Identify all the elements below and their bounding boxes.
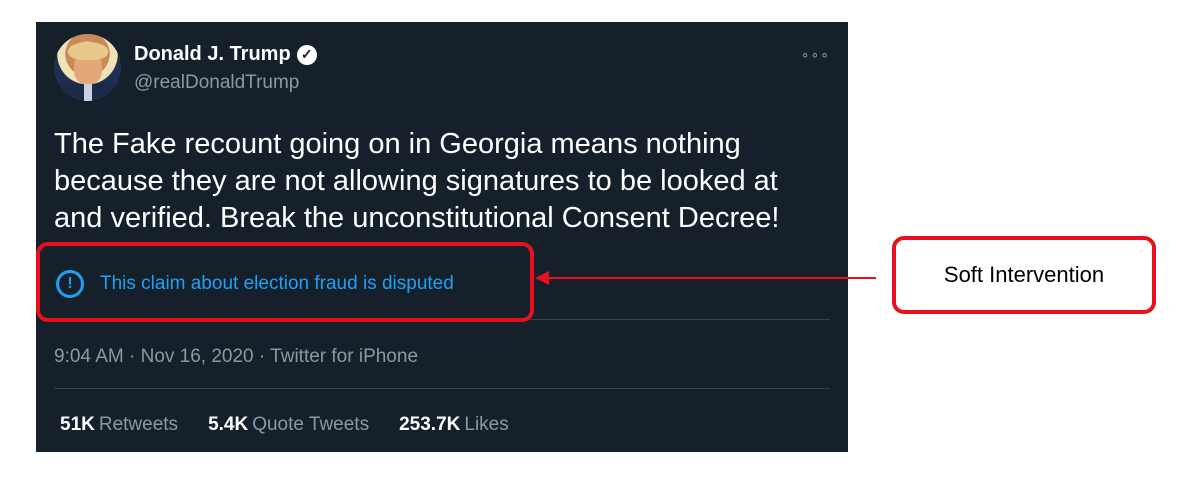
tweet-text: The Fake recount going on in Georgia mea…: [54, 128, 780, 234]
stat-quote-tweets[interactable]: 5.4K Quote Tweets: [208, 414, 369, 436]
stat-count: 5.4K: [208, 414, 249, 435]
highlight-box: [36, 242, 534, 322]
stat-count: 253.7K: [399, 414, 461, 435]
tweet-card: Donald J. Trump ✓ @realDonaldTrump ∘∘∘ T…: [36, 22, 848, 452]
avatar[interactable]: [54, 34, 121, 101]
more-options-icon[interactable]: ∘∘∘: [801, 46, 830, 63]
divider: [54, 388, 830, 389]
display-name[interactable]: Donald J. Trump: [134, 43, 291, 66]
tweet-timestamp[interactable]: 9:04 AM · Nov 16, 2020 · Twitter for iPh…: [54, 346, 418, 368]
stat-label: Quote Tweets: [252, 414, 370, 435]
stat-label: Retweets: [98, 414, 179, 435]
user-handle[interactable]: @realDonaldTrump: [134, 72, 299, 94]
arrow-line: [545, 277, 876, 279]
stat-label: Likes: [464, 414, 509, 435]
stat-likes[interactable]: 253.7K Likes: [399, 414, 509, 436]
verified-badge-icon: ✓: [296, 44, 317, 65]
stat-count: 51K: [60, 414, 95, 435]
engagement-stats: 51K Retweets 5.4K Quote Tweets 253.7K Likes: [60, 414, 509, 436]
avatar-hair: [68, 42, 108, 60]
display-name-row[interactable]: Donald J. Trump ✓: [134, 43, 317, 66]
annotation-callout: Soft Intervention: [892, 236, 1156, 314]
avatar-tie: [84, 84, 92, 101]
stat-retweets[interactable]: 51K Retweets: [60, 414, 178, 436]
arrow-head-icon: [535, 271, 549, 285]
